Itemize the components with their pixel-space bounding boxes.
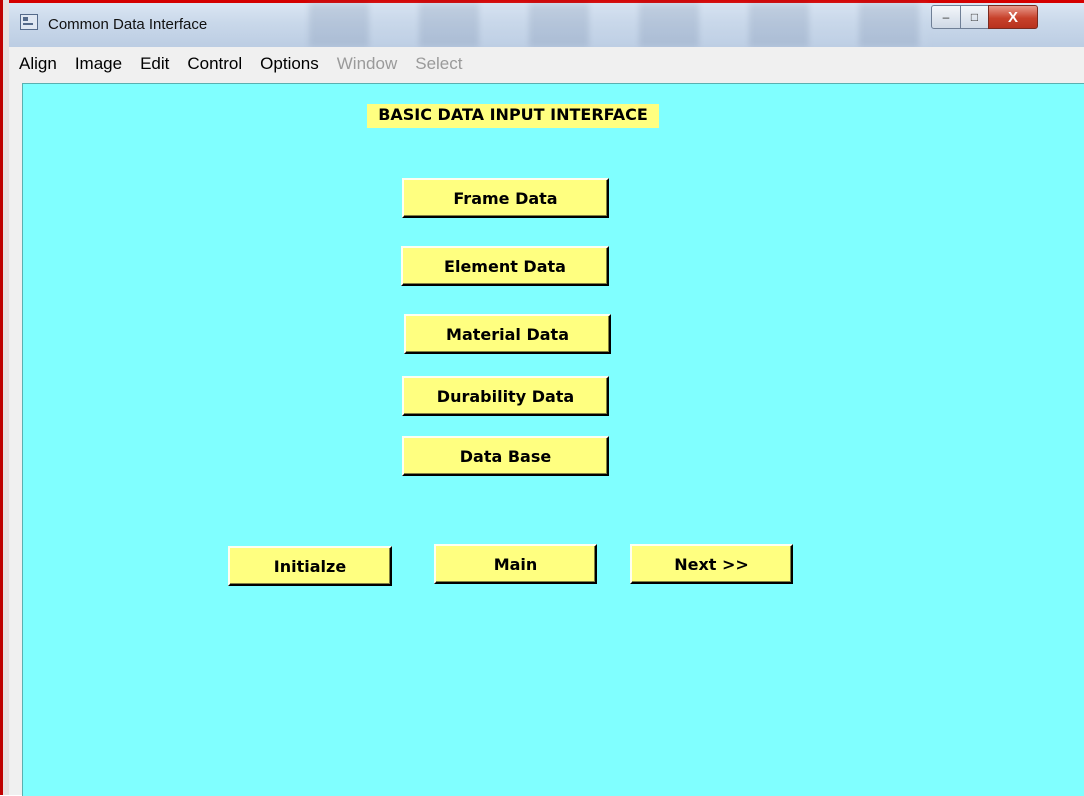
app-icon[interactable]: [20, 14, 38, 30]
next-button[interactable]: Next >>: [630, 544, 793, 584]
menu-edit[interactable]: Edit: [132, 54, 177, 74]
menu-control[interactable]: Control: [179, 54, 250, 74]
main-button[interactable]: Main: [434, 544, 597, 584]
panel-heading: BASIC DATA INPUT INTERFACE: [367, 104, 659, 128]
menu-bar: Align Image Edit Control Options Window …: [9, 47, 1084, 81]
window-frame-edge-left: [0, 0, 9, 795]
material-data-button[interactable]: Material Data: [404, 314, 611, 354]
app-window: Common Data Interface – □ X Align Image …: [9, 3, 1084, 796]
title-bar-background: [309, 3, 929, 47]
maximize-button[interactable]: □: [960, 5, 989, 29]
element-data-button[interactable]: Element Data: [401, 246, 609, 286]
close-button[interactable]: X: [988, 5, 1038, 29]
database-button[interactable]: Data Base: [402, 436, 609, 476]
menu-image[interactable]: Image: [67, 54, 130, 74]
window-title: Common Data Interface: [48, 16, 208, 33]
durability-data-button[interactable]: Durability Data: [402, 376, 609, 416]
title-bar[interactable]: Common Data Interface – □ X: [9, 3, 1084, 47]
frame-data-button[interactable]: Frame Data: [402, 178, 609, 218]
minimize-button[interactable]: –: [931, 5, 961, 29]
initialize-button[interactable]: Initialze: [228, 546, 392, 586]
menu-options[interactable]: Options: [252, 54, 327, 74]
form-panel: BASIC DATA INPUT INTERFACE Frame Data El…: [22, 83, 1084, 796]
menu-select: Select: [415, 54, 463, 73]
menu-window: Window: [336, 54, 398, 73]
menu-align[interactable]: Align: [11, 54, 65, 74]
